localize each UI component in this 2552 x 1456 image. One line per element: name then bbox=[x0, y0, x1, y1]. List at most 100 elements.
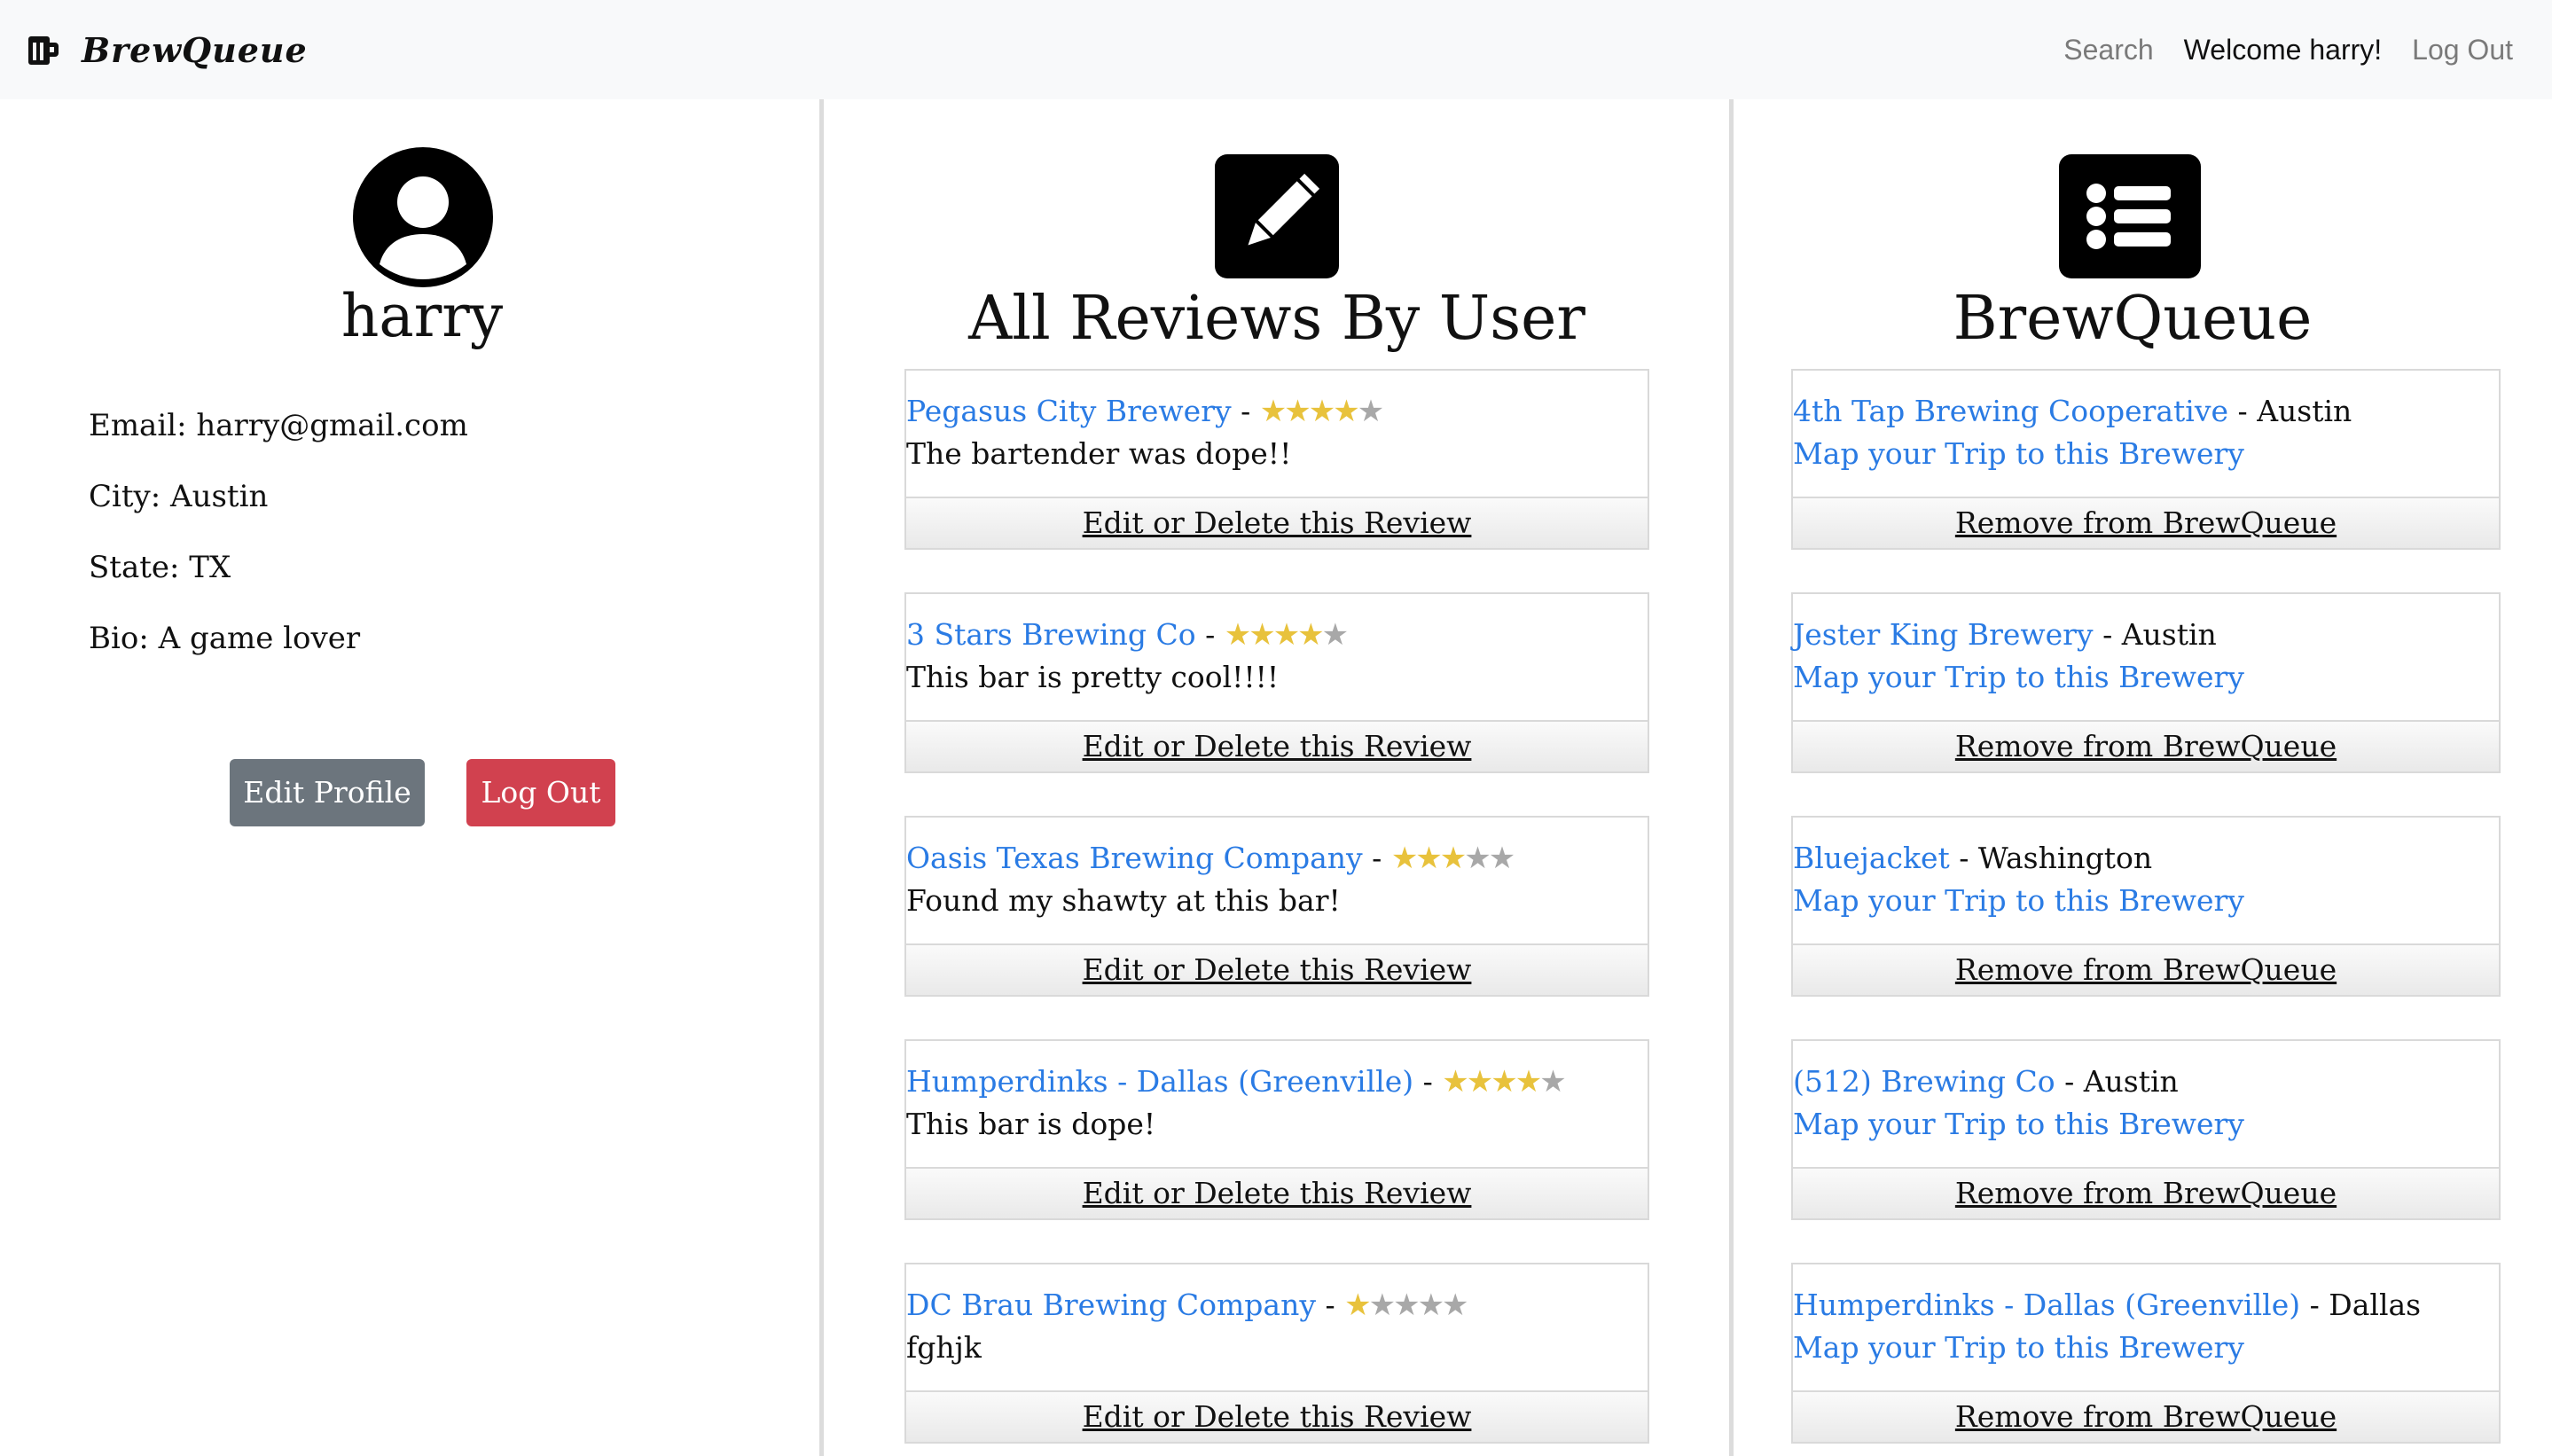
brewery-link[interactable]: Humperdinks - Dallas (Greenville) bbox=[906, 1064, 1413, 1099]
brewery-link[interactable]: DC Brau Brewing Company bbox=[906, 1288, 1316, 1322]
separator: - bbox=[1362, 841, 1391, 875]
review-text: The bartender was dope!! bbox=[906, 436, 1292, 471]
brewery-link[interactable]: (512) Brewing Co bbox=[1793, 1064, 2055, 1099]
star-icon: ★ bbox=[1308, 394, 1336, 429]
review-card: Oasis Texas Brewing Company - ★★★★★ Found… bbox=[904, 816, 1649, 997]
navbar: BrewQueue Search Welcome harry! Log Out bbox=[0, 0, 2552, 99]
star-icon: ★ bbox=[1390, 841, 1419, 876]
edit-review-button[interactable]: Edit or Delete this Review bbox=[906, 1167, 1648, 1218]
user-circle-icon bbox=[353, 147, 493, 287]
queue-header: Humperdinks - Dallas (Greenville) - Dall… bbox=[1793, 1284, 2499, 1327]
logout-button[interactable]: Log Out bbox=[466, 759, 615, 826]
star-icon: ★ bbox=[1344, 1288, 1372, 1323]
queue-card: Jester King Brewery - Austin Map your Tri… bbox=[1791, 592, 2501, 773]
beer-mug-icon bbox=[27, 33, 60, 67]
review-header: DC Brau Brewing Company - ★★★★★ bbox=[906, 1284, 1648, 1327]
star-icon: ★ bbox=[1393, 1288, 1421, 1323]
separator: - bbox=[2300, 1288, 2329, 1322]
star-icon: ★ bbox=[1415, 841, 1443, 876]
separator: - bbox=[2055, 1064, 2084, 1099]
brewery-link[interactable]: Humperdinks - Dallas (Greenville) bbox=[1793, 1288, 2300, 1322]
review-card: Humperdinks - Dallas (Greenville) - ★★★★… bbox=[904, 1039, 1649, 1220]
queue-card: Bluejacket - Washington Map your Trip to … bbox=[1791, 816, 2501, 997]
brewery-link[interactable]: Oasis Texas Brewing Company bbox=[906, 841, 1363, 875]
queue-title: BrewQueue bbox=[1953, 284, 2313, 354]
brewery-link[interactable]: Bluejacket bbox=[1793, 841, 1950, 875]
brewery-link[interactable]: Pegasus City Brewery bbox=[906, 394, 1232, 428]
review-text: fghjk bbox=[906, 1330, 982, 1365]
reviews-title: All Reviews By User bbox=[968, 284, 1585, 354]
map-trip-link[interactable]: Map your Trip to this Brewery bbox=[1793, 1327, 2499, 1369]
star-icon: ★ bbox=[1297, 617, 1325, 653]
column-divider bbox=[1729, 99, 1734, 1456]
review-header: 3 Stars Brewing Co - ★★★★★ bbox=[906, 614, 1648, 656]
profile-state: State: TX bbox=[89, 550, 231, 585]
remove-from-queue-button[interactable]: Remove from BrewQueue bbox=[1793, 1167, 2499, 1218]
profile-username: harry bbox=[341, 282, 504, 350]
star-rating: ★★★★★ bbox=[1259, 390, 1384, 433]
edit-review-button[interactable]: Edit or Delete this Review bbox=[906, 943, 1648, 995]
star-icon: ★ bbox=[1284, 394, 1311, 429]
map-trip-link[interactable]: Map your Trip to this Brewery bbox=[1793, 656, 2499, 699]
profile-info: Email: harry@gmail.com City: Austin Stat… bbox=[89, 404, 468, 688]
nav-links: Search Welcome harry! Log Out bbox=[2063, 27, 2513, 73]
remove-from-queue-button[interactable]: Remove from BrewQueue bbox=[1793, 943, 2499, 995]
star-icon: ★ bbox=[1442, 1064, 1469, 1100]
brewery-link[interactable]: Jester King Brewery bbox=[1793, 617, 2094, 652]
star-icon: ★ bbox=[1515, 1064, 1543, 1100]
nav-search-link[interactable]: Search bbox=[2063, 34, 2153, 67]
profile-bio: Bio: A game lover bbox=[89, 621, 361, 656]
profile-city: City: Austin bbox=[89, 479, 269, 514]
edit-review-button[interactable]: Edit or Delete this Review bbox=[906, 720, 1648, 771]
star-icon: ★ bbox=[1259, 394, 1288, 429]
star-icon: ★ bbox=[1539, 1064, 1567, 1100]
edit-profile-button[interactable]: Edit Profile bbox=[230, 759, 425, 826]
queue-header: 4th Tap Brewing Cooperative - Austin bbox=[1793, 390, 2499, 433]
brand[interactable]: BrewQueue bbox=[27, 23, 308, 76]
star-icon: ★ bbox=[1417, 1288, 1445, 1323]
star-icon: ★ bbox=[1464, 841, 1491, 876]
star-icon: ★ bbox=[1224, 617, 1252, 653]
brewery-link[interactable]: 4th Tap Brewing Cooperative bbox=[1793, 394, 2228, 428]
separator: - bbox=[1195, 617, 1225, 652]
separator: - bbox=[1315, 1288, 1345, 1322]
separator: - bbox=[2093, 617, 2122, 652]
profile-email: Email: harry@gmail.com bbox=[89, 408, 468, 443]
separator: - bbox=[1413, 1064, 1443, 1099]
nav-logout-link[interactable]: Log Out bbox=[2412, 34, 2513, 67]
brewery-city: Dallas bbox=[2329, 1288, 2422, 1322]
separator: - bbox=[1231, 394, 1260, 428]
map-trip-link[interactable]: Map your Trip to this Brewery bbox=[1793, 1103, 2499, 1146]
brand-name: BrewQueue bbox=[82, 29, 308, 70]
review-text: This bar is dope! bbox=[906, 1107, 1156, 1141]
queue-header: Jester King Brewery - Austin bbox=[1793, 614, 2499, 656]
star-icon: ★ bbox=[1442, 1288, 1469, 1323]
star-icon: ★ bbox=[1272, 617, 1301, 653]
star-rating: ★★★★★ bbox=[1442, 1061, 1567, 1103]
star-icon: ★ bbox=[1368, 1288, 1397, 1323]
review-text: Found my shawty at this bar! bbox=[906, 883, 1341, 918]
welcome-text: Welcome harry! bbox=[2183, 33, 2383, 66]
map-trip-link[interactable]: Map your Trip to this Brewery bbox=[1793, 880, 2499, 922]
star-rating: ★★★★★ bbox=[1390, 837, 1515, 880]
remove-from-queue-button[interactable]: Remove from BrewQueue bbox=[1793, 497, 2499, 548]
star-icon: ★ bbox=[1333, 394, 1360, 429]
review-card: 3 Stars Brewing Co - ★★★★★ This bar is pr… bbox=[904, 592, 1649, 773]
review-text: This bar is pretty cool!!!! bbox=[906, 660, 1280, 694]
edit-icon bbox=[1215, 154, 1339, 278]
separator: - bbox=[1949, 841, 1978, 875]
star-rating: ★★★★★ bbox=[1344, 1284, 1469, 1327]
map-trip-link[interactable]: Map your Trip to this Brewery bbox=[1793, 433, 2499, 475]
list-icon bbox=[2059, 154, 2201, 278]
queue-card: 4th Tap Brewing Cooperative - Austin Map … bbox=[1791, 369, 2501, 550]
edit-review-button[interactable]: Edit or Delete this Review bbox=[906, 497, 1648, 548]
review-card: DC Brau Brewing Company - ★★★★★ fghjk Edit… bbox=[904, 1263, 1649, 1444]
brewery-city: Austin bbox=[2083, 1064, 2179, 1099]
remove-from-queue-button[interactable]: Remove from BrewQueue bbox=[1793, 720, 2499, 771]
edit-review-button[interactable]: Edit or Delete this Review bbox=[906, 1390, 1648, 1442]
star-icon: ★ bbox=[1491, 1064, 1518, 1100]
star-icon: ★ bbox=[1466, 1064, 1494, 1100]
brewery-link[interactable]: 3 Stars Brewing Co bbox=[906, 617, 1196, 652]
brewery-city: Austin bbox=[2121, 617, 2217, 652]
remove-from-queue-button[interactable]: Remove from BrewQueue bbox=[1793, 1390, 2499, 1442]
